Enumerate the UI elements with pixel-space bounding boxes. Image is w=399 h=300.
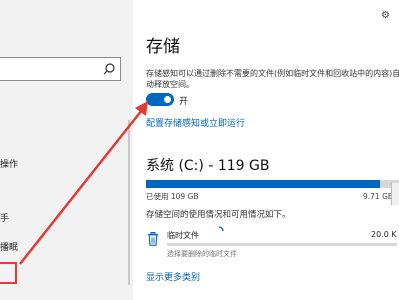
show-more-categories-link[interactable]: 显示更多类别 <box>146 270 200 283</box>
storage-sense-toggle[interactable] <box>146 93 174 106</box>
storage-sense-description: 存储感知可以通过删除不需要的文件(例如临时文件和回收站中的内容)自动释放空间。 <box>146 69 399 89</box>
category-temp-files-bar <box>167 243 397 246</box>
toggle-knob <box>164 96 171 103</box>
sidebar-scrollbar[interactable] <box>128 120 130 285</box>
used-space-label: 已使用 109 GB <box>146 192 199 201</box>
sidebar-item-sleep[interactable]: 播眠 <box>0 240 18 253</box>
sidebar-item-actions[interactable]: 操作 <box>0 157 18 170</box>
sidebar-item-hand[interactable]: 手 <box>0 211 9 224</box>
category-temp-files-subtitle: 选择要删除的临时文件 <box>167 250 237 258</box>
trash-icon <box>148 232 158 246</box>
toggle-state-label: 开 <box>179 97 189 107</box>
drive-usage-bar <box>146 180 399 188</box>
category-temp-files-name[interactable]: 临时文件 <box>167 230 199 241</box>
drive-usage-fill <box>146 180 381 188</box>
gear-icon[interactable]: ⚙ <box>381 10 390 21</box>
configure-storage-sense-link[interactable]: 配置存储感知或立即运行 <box>146 116 245 129</box>
drive-title: 系统 (C:) - 119 GB <box>146 158 270 174</box>
usage-breakdown-text: 存储空间的使用情况和可用情况如下。 <box>146 210 291 220</box>
category-temp-files-size: 20.0 K <box>371 230 397 239</box>
annotation-highlight-box <box>0 262 17 284</box>
search-input[interactable] <box>0 57 121 81</box>
loading-spinner-icon <box>218 226 224 232</box>
search-icon <box>103 63 115 75</box>
sidebar: 操作 手 播眠 <box>0 0 133 300</box>
page-title: 存储 <box>146 37 180 57</box>
right-edge-panel <box>391 183 399 205</box>
storage-settings-panel: 存储 存储感知可以通过删除不需要的文件(例如临时文件和回收站中的内容)自动释放空… <box>133 0 399 300</box>
